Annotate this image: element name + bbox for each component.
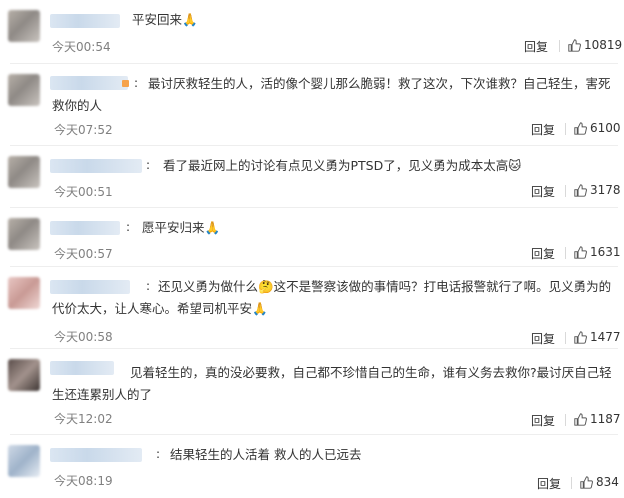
avatar[interactable]: [8, 277, 40, 309]
comment-item: : 还见义勇为做什么🤔这不是警察该做的事情吗？打电话报警就行了啊。见义勇为的代价…: [0, 267, 624, 349]
thumbs-up-icon: [574, 412, 587, 426]
username[interactable]: [50, 14, 120, 28]
reply-button[interactable]: 回复: [531, 183, 555, 200]
comment-time: 今天12:02: [54, 412, 113, 426]
pray-emoji-icon: 🙏: [204, 220, 221, 235]
thumbs-up-icon: [574, 183, 587, 197]
like-count: 834: [596, 475, 619, 489]
comment-item: : 看了最近网上的讨论有点见义勇为PTSD了，见义勇为成本太高🐱 今天00:51…: [0, 146, 624, 206]
username[interactable]: [50, 221, 120, 235]
comment-text: 愿平安归来🙏: [142, 220, 221, 235]
reply-button[interactable]: 回复: [531, 412, 555, 429]
like-count: 1477: [590, 330, 621, 344]
thinking-emoji-icon: 🤔: [258, 279, 274, 294]
reply-button[interactable]: 回复: [524, 38, 548, 55]
reply-button[interactable]: 回复: [531, 121, 555, 138]
colon: :: [146, 158, 151, 172]
like-button[interactable]: 1187: [574, 412, 621, 426]
thumbs-up-icon: [574, 245, 587, 259]
thumbs-up-icon: [568, 38, 581, 52]
comment-text: 见着轻生的，真的没必要救，自己都不珍惜自己的生命，谁有义务去救你?最讨厌自己轻生…: [52, 365, 612, 402]
colon: :: [126, 220, 131, 234]
like-button[interactable]: 10819: [568, 38, 622, 52]
comment-text: 最讨厌救轻生的人，活的像个婴儿那么脆弱！救了这次，下次谁救？自己轻生，害死救你的…: [52, 76, 611, 113]
username[interactable]: [50, 448, 142, 462]
pray-emoji-icon: 🙏: [182, 12, 198, 27]
like-count: 3178: [590, 183, 621, 197]
reply-button[interactable]: 回复: [531, 245, 555, 262]
comment-time: 今天00:57: [54, 247, 113, 261]
username[interactable]: [50, 159, 142, 173]
divider: [565, 414, 566, 426]
divider: [565, 185, 566, 197]
divider: [565, 123, 566, 135]
colon: :: [156, 447, 161, 461]
like-count: 6100: [590, 121, 621, 135]
comment-item: 平安回来🙏 今天00:54 回复 10819: [0, 0, 624, 58]
divider: [571, 477, 572, 489]
reply-button[interactable]: 回复: [537, 475, 561, 492]
comment-text: 平安回来🙏: [132, 12, 198, 27]
cat-emoji-icon: 🐱: [508, 158, 522, 173]
thumbs-up-icon: [574, 330, 587, 344]
like-count: 10819: [584, 38, 623, 52]
divider: [565, 332, 566, 344]
avatar[interactable]: [8, 445, 40, 477]
avatar[interactable]: [8, 74, 40, 106]
avatar[interactable]: [8, 359, 40, 391]
like-count: 1631: [590, 245, 621, 259]
avatar[interactable]: [8, 156, 40, 188]
comment-text: 看了最近网上的讨论有点见义勇为PTSD了，见义勇为成本太高🐱: [163, 158, 522, 173]
comment-item: : 愿平安归来🙏 今天00:57 回复 1631: [0, 208, 624, 266]
comment-text: 结果轻生的人活着 救人的人已远去: [170, 447, 362, 462]
reply-button[interactable]: 回复: [531, 330, 555, 347]
avatar[interactable]: [8, 218, 40, 250]
comment-item: : 结果轻生的人活着 救人的人已远去 今天08:19 回复 834: [0, 435, 624, 498]
comment-time: 今天00:58: [54, 330, 113, 344]
comment-item: 见着轻生的，真的没必要救，自己都不珍惜自己的生命，谁有义务去救你?最讨厌自己轻生…: [0, 349, 624, 435]
thumbs-up-icon: [580, 475, 593, 489]
like-button[interactable]: 3178: [574, 183, 621, 197]
comment-item: : 最讨厌救轻生的人，活的像个婴儿那么脆弱！救了这次，下次谁救？自己轻生，害死救…: [0, 64, 624, 150]
like-button[interactable]: 6100: [574, 121, 621, 135]
thumbs-up-icon: [574, 121, 587, 135]
comment-time: 今天00:54: [52, 40, 111, 54]
like-button[interactable]: 1631: [574, 245, 621, 259]
like-count: 1187: [590, 412, 621, 426]
comment-text: 还见义勇为做什么🤔这不是警察该做的事情吗？打电话报警就行了啊。见义勇为的代价太大…: [52, 279, 612, 316]
pray-emoji-icon: 🙏: [252, 301, 268, 316]
like-button[interactable]: 834: [580, 475, 619, 489]
comment-time: 今天00:51: [54, 185, 113, 199]
avatar[interactable]: [8, 10, 40, 42]
comment-time: 今天07:52: [54, 123, 113, 137]
divider: [559, 40, 560, 52]
divider: [565, 247, 566, 259]
comment-time: 今天08:19: [54, 474, 113, 488]
like-button[interactable]: 1477: [574, 330, 621, 344]
